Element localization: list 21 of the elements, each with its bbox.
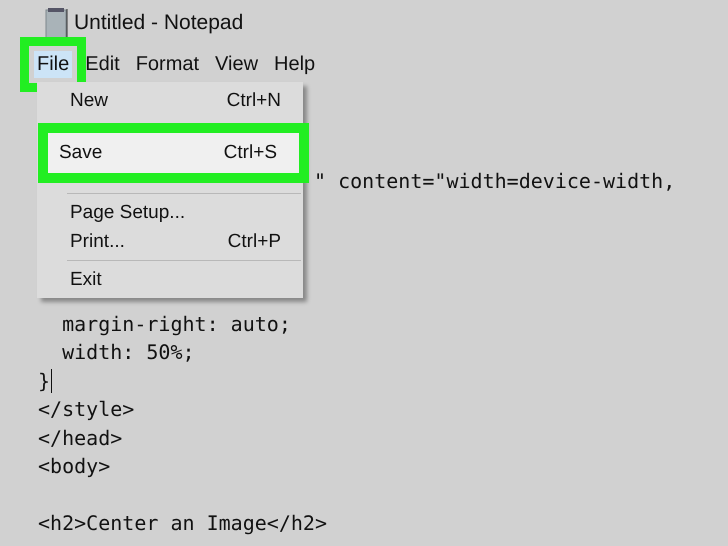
code-line: } <box>38 368 50 394</box>
code-line: <h2>Center an Image</h2> <box>38 510 327 537</box>
menu-item[interactable]: File <box>34 50 72 78</box>
menu-item[interactable]: Page Setup... <box>37 198 303 227</box>
menu-item[interactable]: Format <box>132 50 202 78</box>
code-line: margin-right: auto; <box>61 310 291 338</box>
menu-item[interactable]: View <box>212 50 262 78</box>
notepad-icon <box>44 6 68 40</box>
menu-item[interactable]: Help <box>271 50 318 78</box>
code-line: </head> <box>38 424 122 452</box>
text-cursor <box>51 368 52 393</box>
menu-item[interactable]: New Ctrl+N <box>37 86 303 115</box>
code-line: width: 50%; <box>61 339 195 366</box>
menu-item[interactable]: Edit <box>82 50 123 78</box>
code-line: " content="width=device-width, <box>314 168 676 195</box>
window-title: Untitled - Notepad <box>74 11 244 35</box>
menu-item[interactable]: Print... Ctrl+P <box>37 227 303 256</box>
menu-item[interactable]: Save Ctrl+S <box>48 133 299 173</box>
code-line: <body> <box>38 453 110 480</box>
menu-item[interactable]: Exit <box>37 265 303 294</box>
code-line: </style> <box>38 396 134 423</box>
